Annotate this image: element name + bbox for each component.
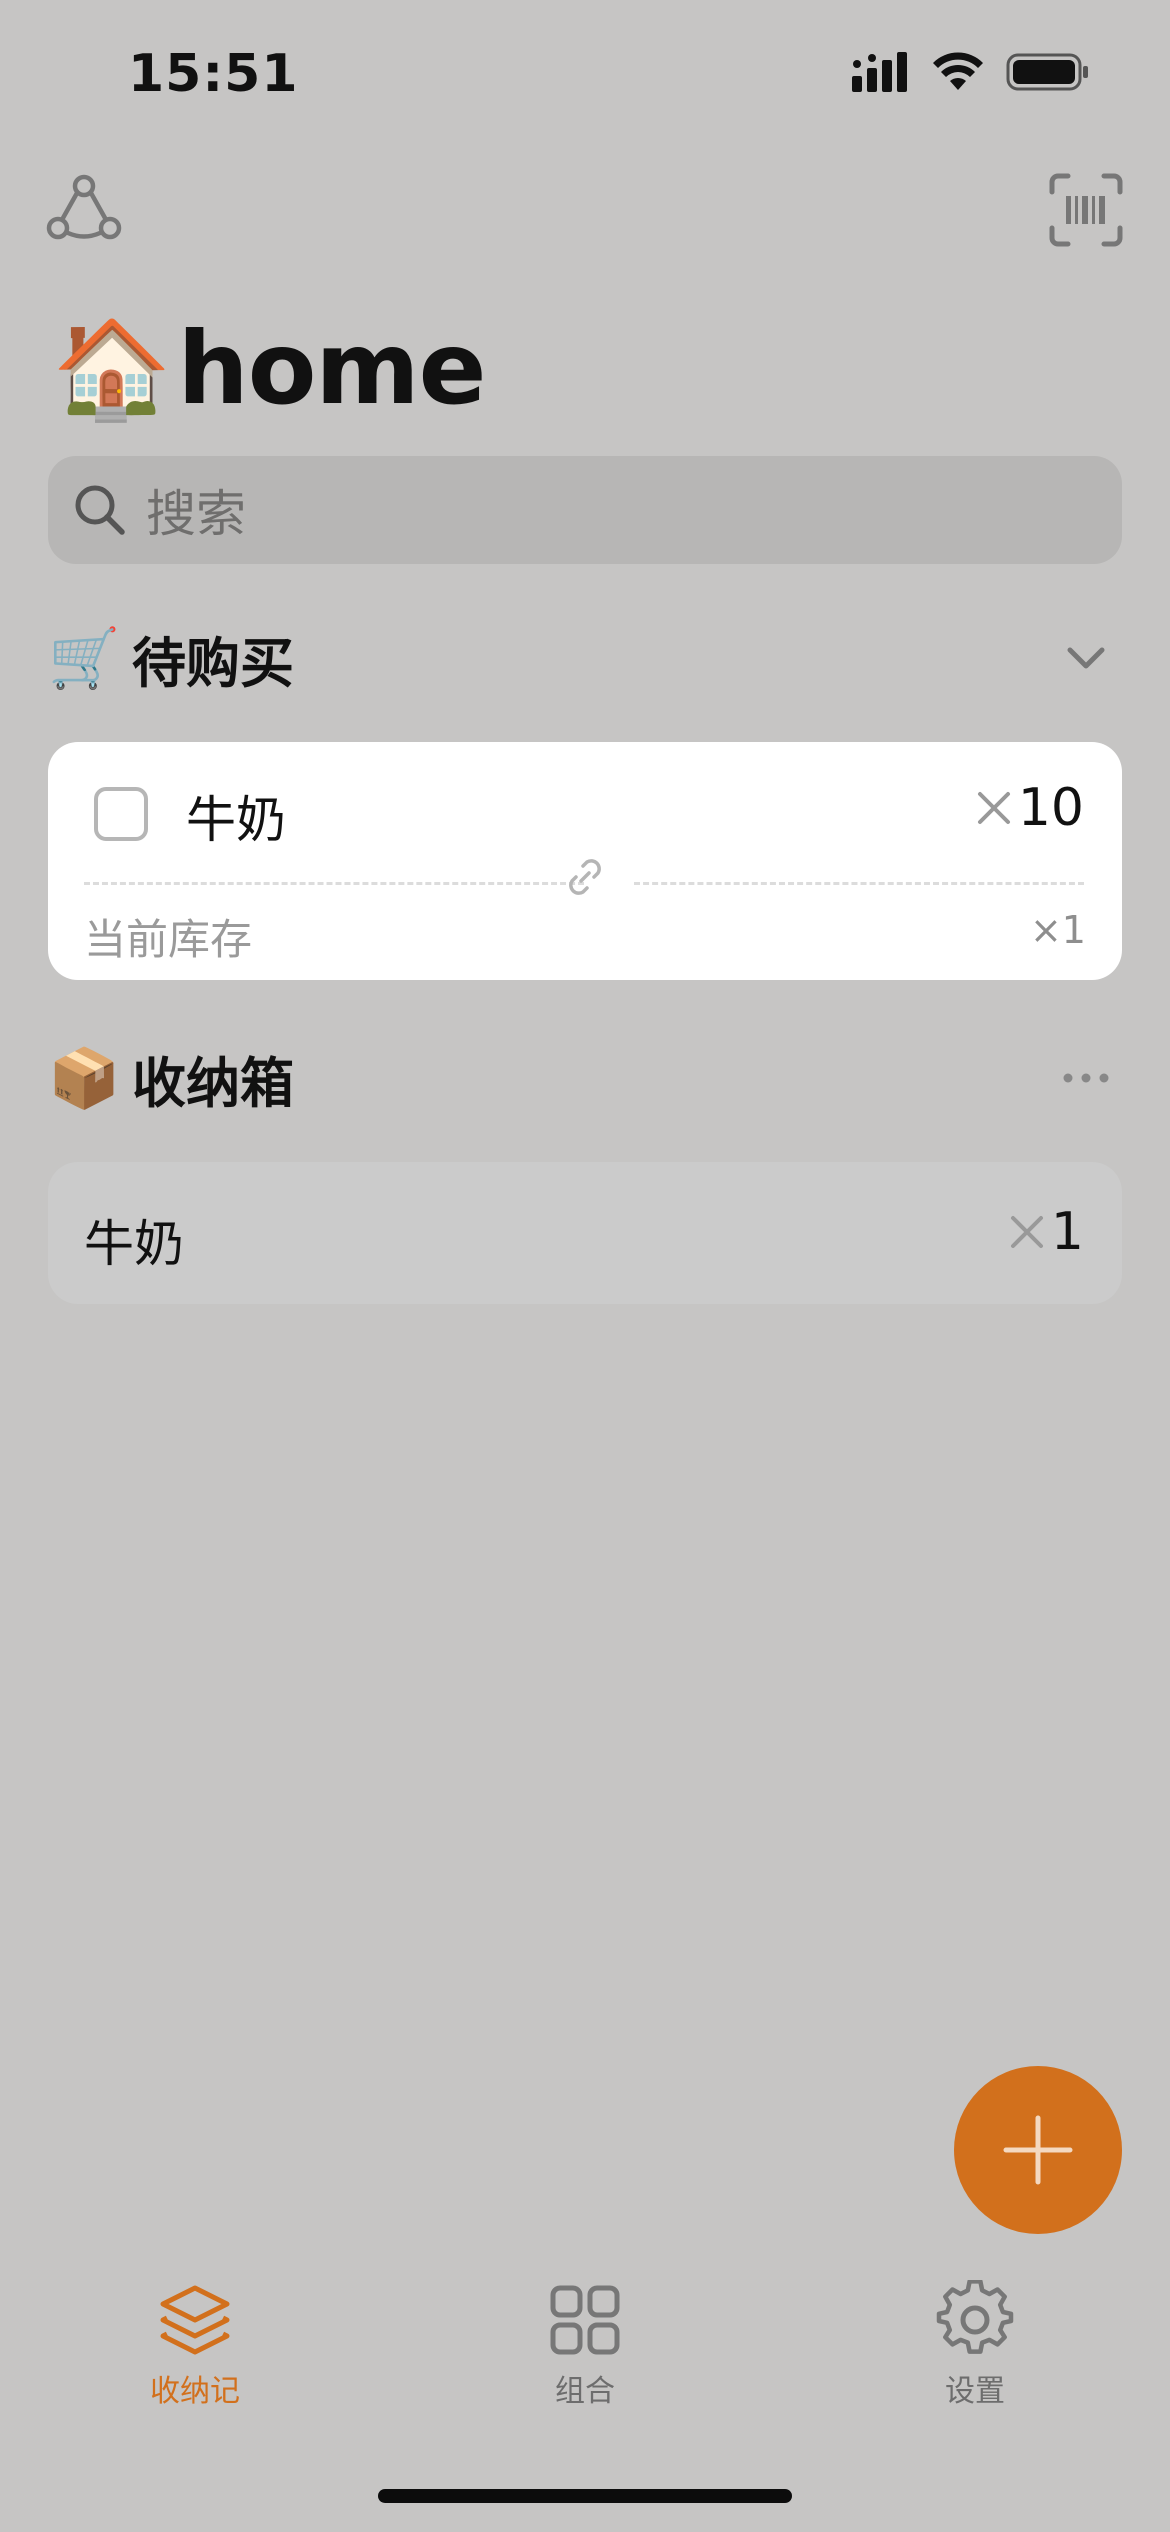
share-button[interactable] [44,170,124,250]
tab-bar: 收纳记 组合 设置 [0,2280,1170,2440]
page-title: 🏠 home [52,310,487,427]
divider [84,882,584,885]
page-title-text: home [177,310,487,427]
item-quantity: 1 [1050,1202,1084,1262]
storage-list-item[interactable]: 牛奶 1 [48,1162,1122,1304]
shopping-list-item[interactable]: 牛奶 10 当前库存 ×1 [48,742,1122,980]
current-stock-label: 当前库存 [84,915,253,964]
cart-emoji: 🛒 [48,624,121,692]
status-time: 15:51 [128,44,299,104]
signal-icon [852,52,907,92]
storage-section-title: 收纳箱 [132,1051,294,1115]
plus-icon [1003,2115,1073,2185]
status-icons [852,52,1090,92]
tab-settings[interactable]: 设置 [865,2280,1085,2410]
search-input[interactable]: 搜索 [146,474,246,546]
home-indicator [378,2489,792,2503]
item-name: 牛奶 [186,791,286,849]
divider [634,882,1084,885]
item-quantity: 10 [1017,778,1084,838]
house-emoji: 🏠 [52,312,172,425]
more-icon[interactable] [1056,1048,1116,1108]
tab-label: 组合 [555,2374,615,2409]
quantity-display[interactable]: 1 [1007,1202,1084,1262]
add-item-button[interactable] [954,2066,1122,2234]
scan-barcode-button[interactable] [1046,170,1126,250]
grid-icon [550,2285,620,2355]
search-bar[interactable]: 搜索 [48,456,1122,564]
app-screen: 15:51 🏠 home 搜索 🛒 待购买 牛奶 10 当前库存 ×1 📦 收纳… [0,0,1170,2532]
quantity-display[interactable]: 10 [974,778,1084,838]
share-nodes-icon [46,174,122,240]
search-icon [75,485,125,535]
tab-label: 设置 [945,2374,1005,2409]
item-name: 牛奶 [84,1215,184,1273]
battery-icon [1006,53,1088,91]
tab-storage[interactable]: 收纳记 [85,2280,305,2410]
chevron-down-icon[interactable] [1056,628,1116,688]
shopping-section-title: 待购买 [132,631,294,695]
barcode-scan-icon [1049,173,1123,247]
multiply-icon [977,792,1010,824]
shopping-section-header[interactable]: 🛒 待购买 [48,618,1122,698]
current-stock-quantity: ×1 [1029,908,1086,952]
tab-label: 收纳记 [150,2374,240,2409]
box-emoji: 📦 [48,1044,121,1112]
layers-icon [160,2285,230,2355]
storage-section-header: 📦 收纳箱 [48,1038,1122,1118]
wifi-icon [933,52,983,90]
multiply-icon [1010,1216,1043,1248]
link-icon [569,859,601,895]
item-checkbox[interactable] [94,787,148,841]
gear-icon [936,2280,1014,2354]
tab-combination[interactable]: 组合 [475,2280,695,2410]
